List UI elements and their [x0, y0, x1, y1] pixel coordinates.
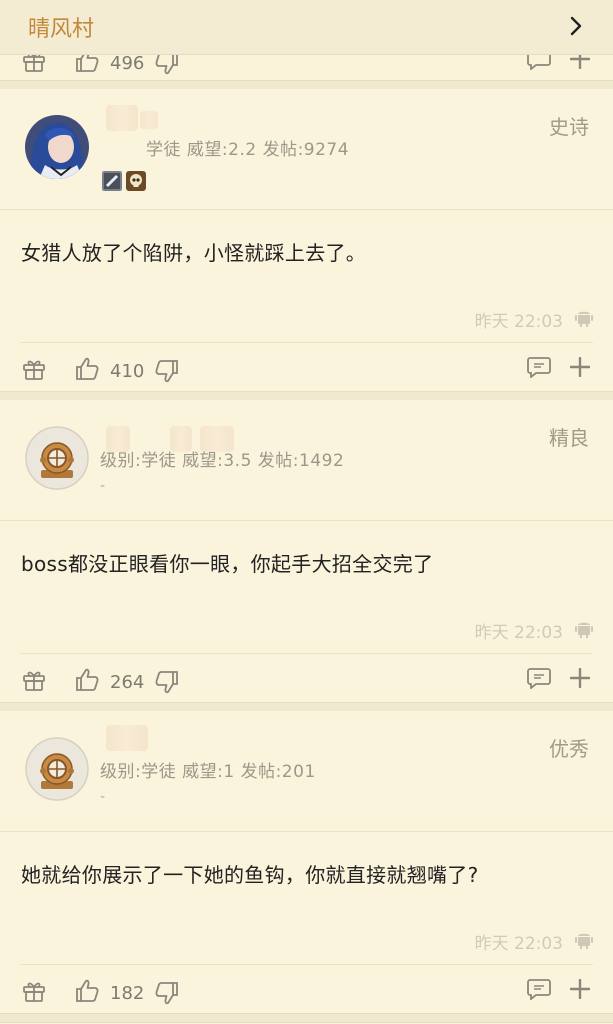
user-signature: - [100, 478, 106, 494]
skull-badge[interactable] [126, 171, 146, 191]
user-meta: 级别:学徒 威望:3.5 发帖:1492 [100, 451, 345, 471]
post-content: boss都没正眼看你一眼，你起手大招全交完了 [21, 552, 434, 576]
comment-icon[interactable] [527, 667, 551, 693]
android-icon [574, 930, 594, 954]
divider [20, 342, 593, 343]
post-content: 她就给你展示了一下她的鱼钩，你就直接就翘嘴了? [21, 863, 479, 887]
like-count: 410 [110, 361, 145, 382]
post-time: 昨天 22:03 [474, 623, 563, 643]
avatar[interactable] [25, 115, 89, 179]
divider [0, 520, 613, 521]
rank-badge: 史诗 [549, 115, 589, 139]
divider [0, 831, 613, 832]
android-icon [574, 619, 594, 643]
rank-badge: 优秀 [549, 737, 589, 761]
divider [20, 964, 593, 965]
gift-icon[interactable] [22, 358, 46, 384]
post-time: 昨天 22:03 [474, 312, 563, 332]
post-time: 昨天 22:03 [474, 934, 563, 954]
android-icon [574, 308, 594, 332]
reply-post: 史诗 学徒 威望:2.2 发帖:9274 女猎人放了个陷阱，小怪就踩上去了。 昨… [0, 89, 613, 391]
post-content: 女猎人放了个陷阱，小怪就踩上去了。 [21, 241, 367, 265]
thumbs-down-icon[interactable] [154, 669, 180, 699]
thumbs-up-icon[interactable] [74, 978, 100, 1008]
like-count: 496 [110, 53, 145, 74]
user-meta: 级别:学徒 威望:1 发帖:201 [100, 762, 316, 782]
plus-icon[interactable] [569, 667, 591, 692]
username-blurred[interactable] [106, 105, 138, 131]
like-count: 264 [110, 672, 145, 693]
diver-helmet-icon[interactable] [25, 737, 89, 801]
thumbs-down-icon[interactable] [154, 980, 180, 1010]
post-actions: 410 [0, 354, 613, 388]
username-blurred[interactable] [106, 725, 148, 751]
thumbs-down-icon[interactable] [154, 358, 180, 388]
plus-icon[interactable] [569, 978, 591, 1003]
chevron-right-icon[interactable] [569, 16, 583, 40]
forum-title: 晴风村 [28, 17, 95, 42]
post-separator [0, 1013, 613, 1023]
reply-post: 优秀 级别:学徒 威望:1 发帖:201 - 她就给你展示了一下她的鱼钩，你就直… [0, 711, 613, 1013]
plus-icon[interactable] [569, 356, 591, 381]
user-signature: - [100, 789, 106, 805]
medal-badge[interactable] [102, 171, 122, 191]
comment-icon[interactable] [527, 356, 551, 382]
like-count: 182 [110, 983, 145, 1004]
gift-icon[interactable] [22, 980, 46, 1006]
thumbs-up-icon[interactable] [74, 356, 100, 386]
user-meta: 学徒 威望:2.2 发帖:9274 [146, 140, 350, 160]
comment-icon[interactable] [527, 978, 551, 1004]
post-actions: 264 [0, 665, 613, 699]
divider [20, 653, 593, 654]
top-bar: 晴风村 [0, 0, 613, 55]
diver-helmet-icon[interactable] [25, 426, 89, 490]
reply-post: 精良 级别:学徒 威望:3.5 发帖:1492 - boss都没正眼看你一眼，你… [0, 400, 613, 702]
gift-icon[interactable] [22, 669, 46, 695]
rank-badge: 精良 [549, 426, 589, 450]
username-blurred [140, 111, 158, 129]
post-actions: 182 [0, 976, 613, 1010]
divider [0, 209, 613, 210]
thumbs-up-icon[interactable] [74, 667, 100, 697]
